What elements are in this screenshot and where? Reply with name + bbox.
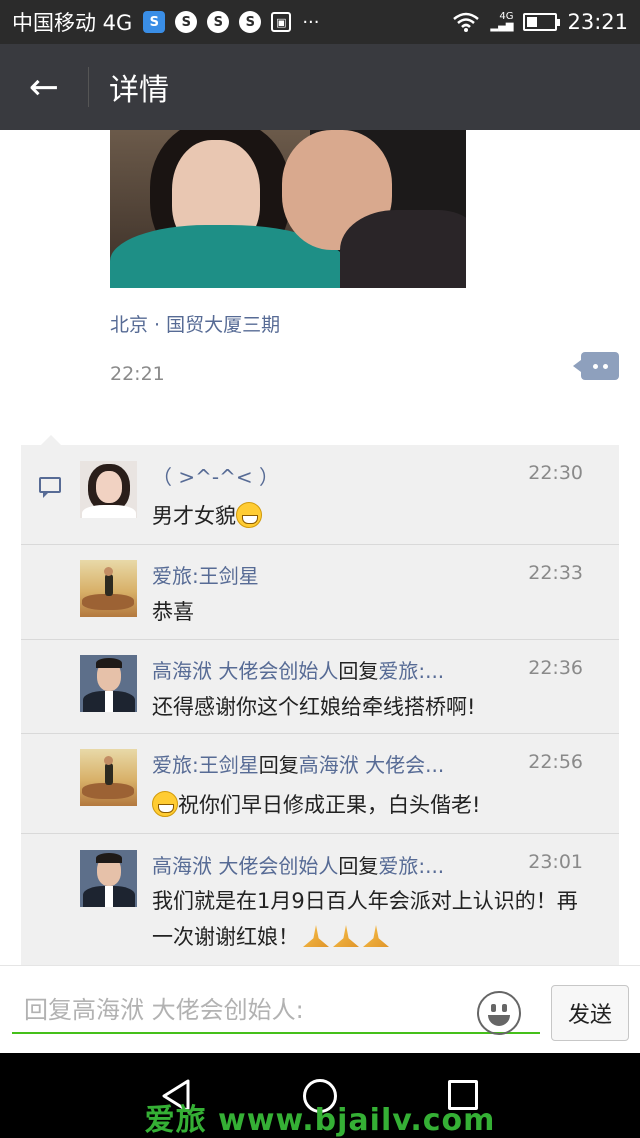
grin-emoji-icon: [236, 502, 262, 528]
avatar[interactable]: [80, 850, 137, 907]
pray-emoji-icon: [333, 925, 359, 947]
reply-target: 爱旅:...: [378, 854, 445, 878]
post-location[interactable]: 北京 · 国贸大厦三期: [110, 310, 280, 337]
comment-time: 22:30: [528, 462, 583, 484]
avatar[interactable]: [80, 461, 137, 518]
comment-text[interactable]: 我们就是在1月9日百人年会派对上认识的！再一次谢谢红娘！: [152, 883, 592, 955]
reply-word: 回复: [338, 659, 379, 683]
back-button[interactable]: ←: [0, 44, 88, 130]
screen: { "status_bar": { "carrier": "中国移动 4G", …: [0, 0, 640, 1138]
divider: [21, 544, 619, 545]
s-notification-icon: S: [239, 11, 262, 33]
carrier-label: 中国移动 4G: [12, 11, 133, 35]
pray-emoji-icon: [363, 925, 389, 947]
comment-text[interactable]: 祝你们早日修成正果，白头偕老!: [152, 787, 592, 823]
title-bar: ← 详情: [0, 44, 640, 130]
watermark: 爱旅 www.bjailv.com: [144, 1103, 496, 1138]
page-title: 详情: [109, 73, 169, 108]
comment-text-content: 祝你们早日修成正果，白头偕老!: [178, 793, 481, 817]
more-dots-icon: ···: [302, 11, 320, 33]
comment-text[interactable]: 男才女貌: [152, 498, 592, 534]
battery-icon: [523, 13, 561, 31]
emoji-button[interactable]: [477, 991, 521, 1035]
author-name: 高海洑 大佬会创始人: [152, 659, 339, 683]
comment-time: 22:33: [528, 562, 583, 584]
dot-icon: [602, 363, 608, 369]
comment-author[interactable]: 爱旅:王剑星: [152, 560, 259, 589]
s-notification-icon: S: [207, 11, 230, 33]
image-icon: ▣: [271, 12, 292, 32]
reply-target: 高海洑 大佬会...: [298, 753, 445, 777]
avatar[interactable]: [80, 655, 137, 712]
back-arrow-icon: ←: [28, 66, 60, 108]
comment-text[interactable]: 恭喜: [152, 594, 592, 630]
comment-time: 22:56: [528, 751, 583, 773]
comment-author[interactable]: 爱旅:王剑星回复高海洑 大佬会...: [152, 749, 444, 778]
reply-target: 爱旅:...: [378, 659, 445, 683]
wifi-icon: [453, 12, 480, 32]
reply-input[interactable]: [12, 988, 540, 1034]
s-notification-icon: S: [175, 11, 198, 33]
divider: [21, 639, 619, 640]
comment-author[interactable]: （ >^-^< ）: [152, 461, 279, 490]
comment-icon: [39, 477, 61, 498]
dot-icon: [592, 363, 598, 369]
post-photo[interactable]: [110, 130, 466, 288]
comment-text-content: 我们就是在1月9日百人年会派对上认识的！再一次谢谢红娘！: [152, 889, 578, 949]
avatar[interactable]: [80, 749, 137, 806]
send-button[interactable]: 发送: [551, 985, 629, 1041]
divider: [21, 733, 619, 734]
caret: [41, 435, 61, 445]
comment-area: （ >^-^< ） 22:30 男才女貌 爱旅:王剑星 22:33 恭喜 高海洑…: [21, 435, 619, 965]
status-right: 4G ▂▄▆ 23:21: [452, 10, 628, 34]
comment-time: 23:01: [528, 851, 583, 873]
comment-author[interactable]: 高海洑 大佬会创始人回复爱旅:...: [152, 655, 444, 684]
comment-text-content: 男才女貌: [152, 504, 236, 528]
comment-action-button[interactable]: [573, 352, 619, 380]
smiley-icon: [491, 1004, 496, 1012]
comment-time: 22:36: [528, 657, 583, 679]
grin-emoji-icon: [152, 791, 178, 817]
reply-bar: [0, 965, 640, 1053]
status-bar: 中国移动 4G S S S S ▣ ··· 4G ▂▄▆ 23:21: [0, 0, 640, 44]
post-time: 22:21: [110, 363, 165, 385]
author-name: 高海洑 大佬会创始人: [152, 854, 339, 878]
divider: [21, 833, 619, 834]
comment-text[interactable]: 还得感谢你这个红娘给牵线搭桥啊!: [152, 689, 592, 725]
pray-emoji-icon: [303, 925, 329, 947]
signal-icon: 4G ▂▄▆: [490, 11, 514, 32]
clock: 23:21: [567, 10, 628, 34]
reply-word: 回复: [338, 854, 379, 878]
comment-author[interactable]: 高海洑 大佬会创始人回复爱旅:...: [152, 850, 444, 879]
title-divider: [88, 67, 89, 107]
author-name: 爱旅:王剑星: [152, 753, 259, 777]
avatar[interactable]: [80, 560, 137, 617]
s-app-icon: S: [143, 11, 166, 33]
reply-word: 回复: [258, 753, 299, 777]
